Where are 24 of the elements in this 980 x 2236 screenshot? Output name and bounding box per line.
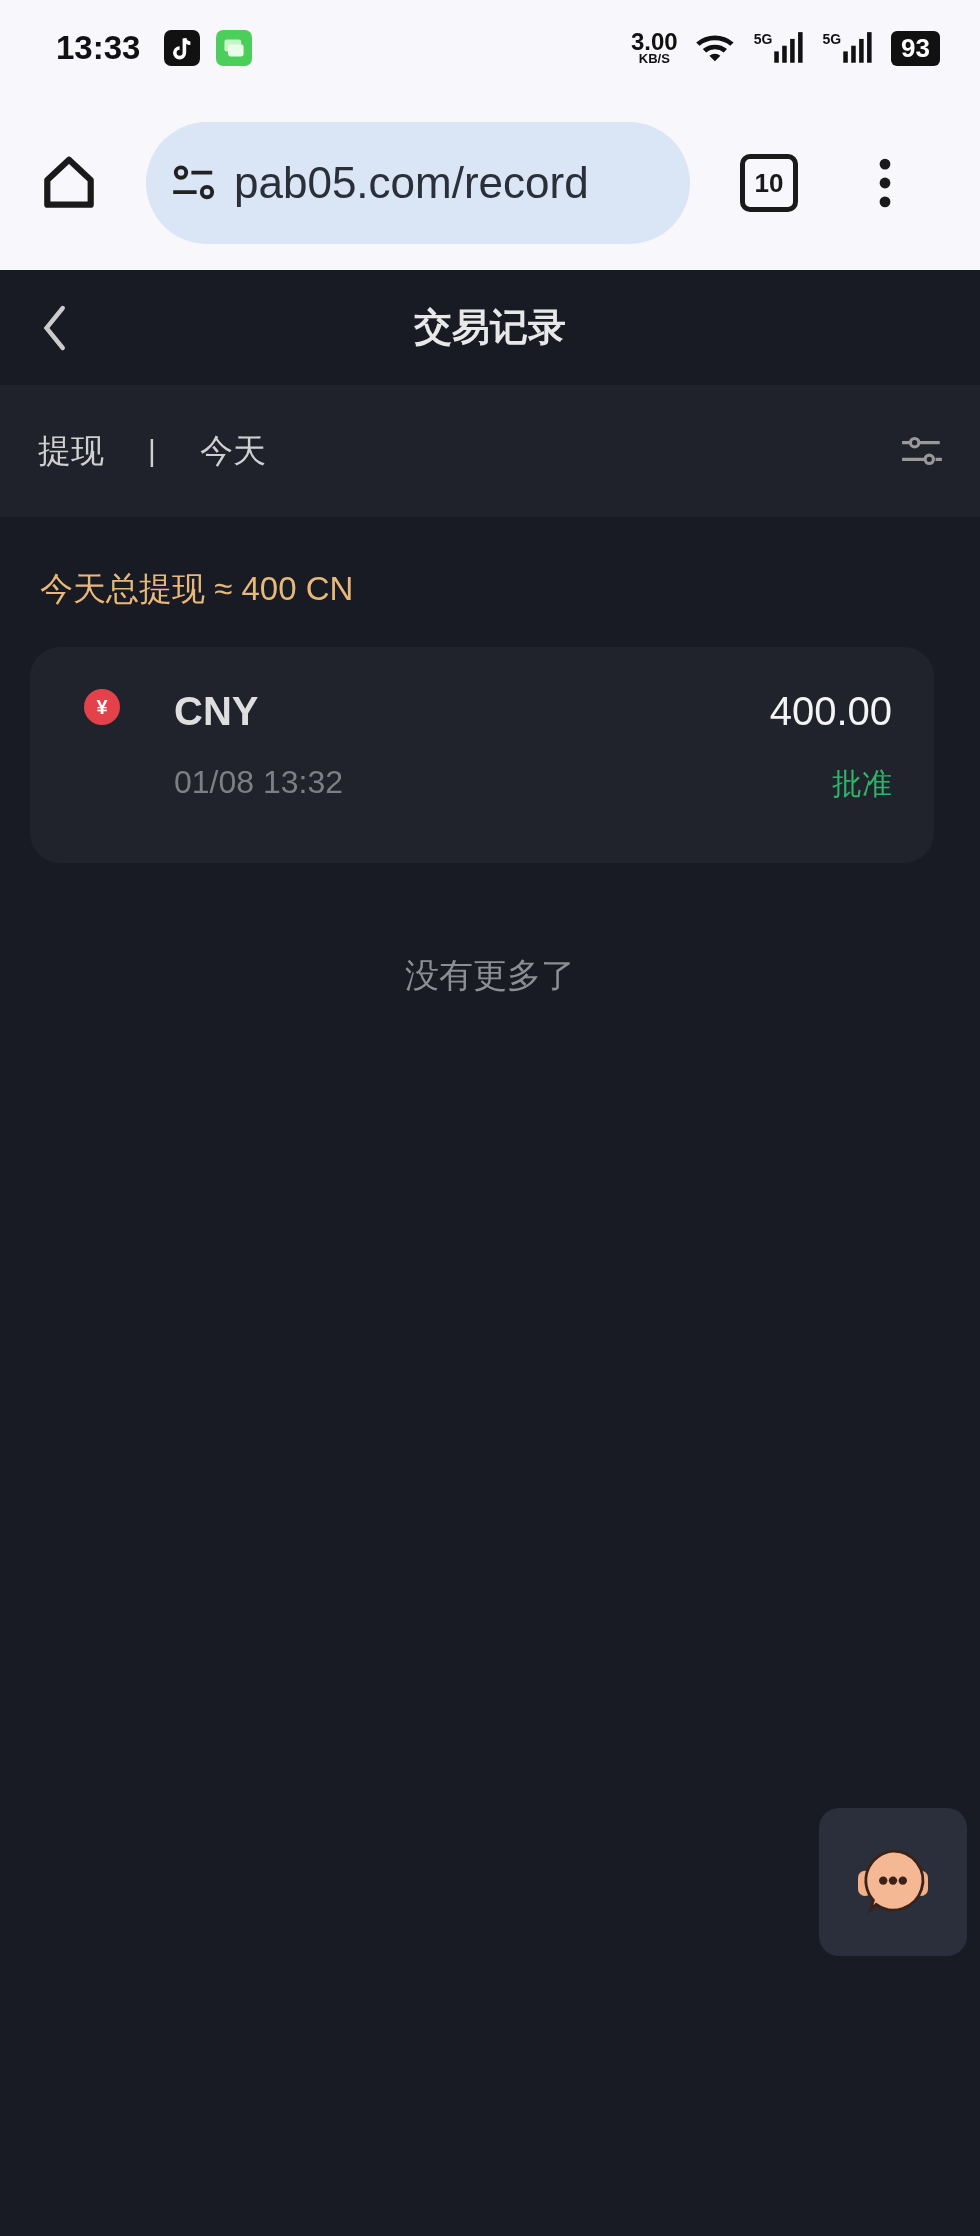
status-time: 13:33 <box>56 29 141 67</box>
record-amount: 400.00 <box>769 689 892 734</box>
record-card[interactable]: ¥ CNY 01/08 13:32 400.00 批准 <box>30 647 934 863</box>
url-text: pab05.com/record <box>234 158 589 208</box>
currency-badge: ¥ <box>84 689 120 725</box>
record-time: 01/08 13:32 <box>174 764 345 801</box>
filter-separator: | <box>148 434 156 468</box>
music-app-icon <box>164 30 201 66</box>
support-button[interactable] <box>819 1808 967 1956</box>
chat-app-icon <box>216 30 253 66</box>
period-filter[interactable]: 今天 <box>199 428 266 474</box>
total-summary: 今天总提现 ≈ 400 CN <box>39 569 355 609</box>
currency-name: CNY <box>174 689 260 734</box>
network-speed: 3.00 KB/S <box>631 31 678 65</box>
battery-level: 93 <box>891 30 940 66</box>
tab-count-button[interactable]: 10 <box>740 154 798 212</box>
record-status: 批准 <box>832 766 892 802</box>
end-of-list-note: 没有更多了 <box>404 955 576 996</box>
page-title: 交易记录 <box>414 305 566 350</box>
menu-icon[interactable] <box>878 156 892 210</box>
network-type: 5G <box>753 31 773 47</box>
type-filter[interactable]: 提现 <box>38 428 104 474</box>
address-bar[interactable]: pab05.com/record <box>146 122 690 244</box>
network-type: 5G <box>822 31 842 47</box>
